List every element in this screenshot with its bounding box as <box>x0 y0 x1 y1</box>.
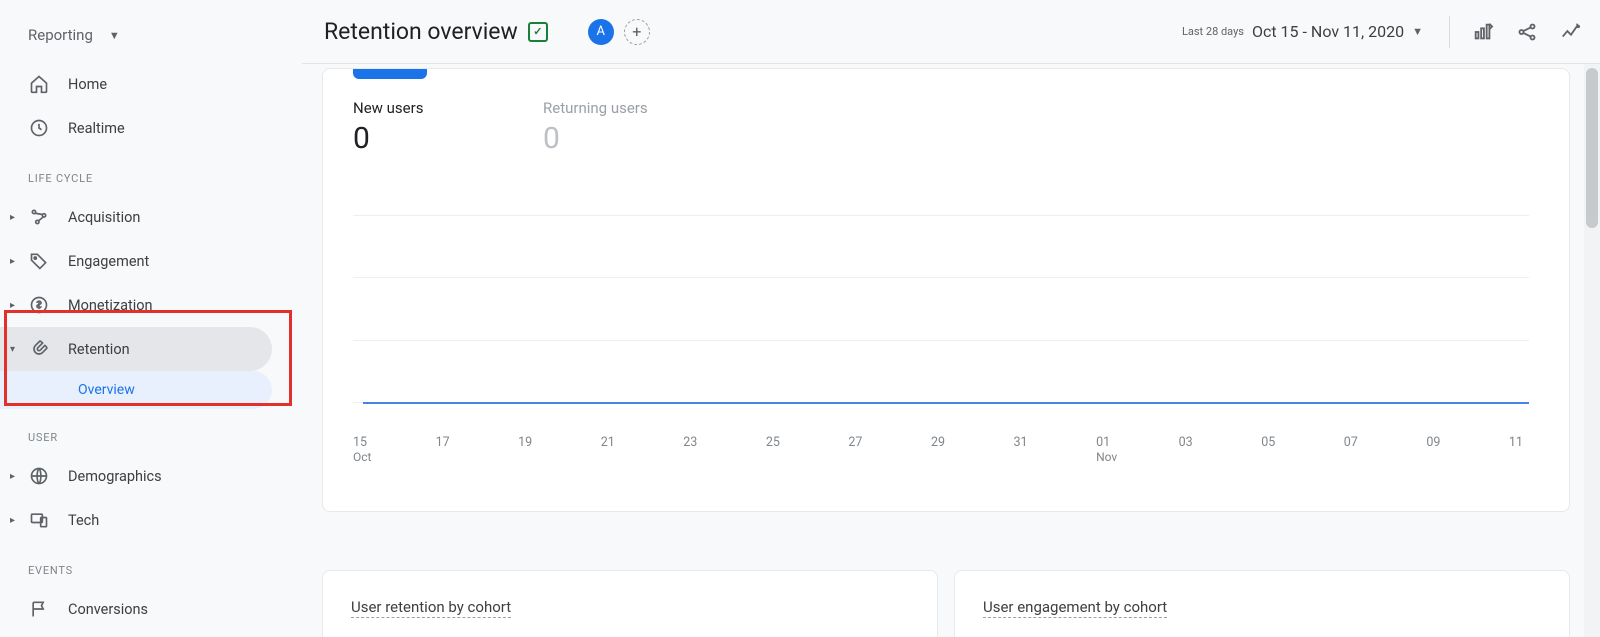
sidebar-item-label: Home <box>68 76 107 93</box>
card-title: User retention by cohort <box>351 598 511 618</box>
x-axis-ticks: 15Oct 17 19 21 23 25 27 29 31 01Nov 03 05 07 09 11 <box>353 435 1539 464</box>
header: Retention overview A + Last 28 days Oct … <box>302 0 1600 64</box>
x-tick: 31 <box>1014 435 1044 464</box>
x-tick: 17 <box>436 435 466 464</box>
sidebar-item-label: Demographics <box>68 468 162 485</box>
devices-icon <box>28 509 50 531</box>
chevron-right-icon: ▸ <box>10 515 15 526</box>
date-range-value: Oct 15 - Nov 11, 2020 <box>1252 22 1404 41</box>
chevron-down-icon: ▾ <box>10 344 15 355</box>
x-tick: 21 <box>601 435 631 464</box>
x-tick: 09 <box>1426 435 1456 464</box>
sidebar-item-acquisition[interactable]: ▸ Acquisition <box>0 195 272 239</box>
verified-doc-icon[interactable] <box>528 22 548 42</box>
chevron-right-icon: ▸ <box>10 212 15 223</box>
data-line <box>363 402 1529 404</box>
date-preset-label: Last 28 days <box>1182 25 1244 38</box>
x-tick: 07 <box>1344 435 1374 464</box>
metric-new-users[interactable]: New users 0 <box>353 99 463 156</box>
metric-label: Returning users <box>543 99 653 117</box>
x-tick: 25 <box>766 435 796 464</box>
sidebar-item-conversions[interactable]: Conversions <box>0 587 272 631</box>
home-icon <box>28 73 50 95</box>
reporting-dropdown[interactable]: Reporting ▼ <box>0 8 300 62</box>
sidebar-item-retention[interactable]: ▾ Retention <box>0 327 272 371</box>
sidebar-subitem-retention-overview[interactable]: Overview <box>0 371 272 409</box>
sidebar-item-label: Retention <box>68 341 130 358</box>
metric-label: New users <box>353 99 463 117</box>
magnet-icon <box>28 338 50 360</box>
acquisition-icon <box>28 206 50 228</box>
section-label-user: USER <box>0 409 300 454</box>
x-tick: 19 <box>518 435 548 464</box>
active-tab-indicator <box>353 69 427 79</box>
reporting-label: Reporting <box>28 26 93 44</box>
add-segment-button[interactable]: + <box>624 19 650 45</box>
metric-returning-users[interactable]: Returning users 0 <box>543 99 653 156</box>
card-title: User engagement by cohort <box>983 598 1167 618</box>
section-label-lifecycle: LIFE CYCLE <box>0 150 300 195</box>
x-tick: 11 <box>1509 435 1539 464</box>
sidebar-item-engagement[interactable]: ▸ Engagement <box>0 239 272 283</box>
scrollbar-thumb[interactable] <box>1586 68 1598 228</box>
sidebar-item-label: Overview <box>78 382 135 398</box>
tag-icon <box>28 250 50 272</box>
segment-chip[interactable]: A <box>588 19 614 45</box>
chevron-right-icon: ▸ <box>10 300 15 311</box>
share-icon[interactable] <box>1516 21 1538 43</box>
sidebar-item-tech[interactable]: ▸ Tech <box>0 498 272 542</box>
metrics-row: New users 0 Returning users 0 <box>353 69 1539 156</box>
gridline <box>353 215 1529 216</box>
card-user-retention-by-cohort[interactable]: User retention by cohort <box>322 570 938 637</box>
sidebar-item-label: Monetization <box>68 297 153 314</box>
retention-chart-card: New users 0 Returning users 0 15Oct 17 19 2… <box>322 68 1570 512</box>
globe-icon <box>28 465 50 487</box>
sidebar-item-label: Realtime <box>68 120 125 137</box>
line-chart: 15Oct171921232527293101Nov0305070911 <box>353 168 1539 428</box>
chevron-down-icon: ▼ <box>1412 25 1423 38</box>
sidebar-item-label: Conversions <box>68 601 148 618</box>
header-actions <box>1449 16 1582 48</box>
sidebar-item-demographics[interactable]: ▸ Demographics <box>0 454 272 498</box>
chevron-right-icon: ▸ <box>10 471 15 482</box>
page-title: Retention overview <box>324 18 518 45</box>
cohort-cards-row: User retention by cohort User engagement… <box>322 570 1570 637</box>
clock-icon <box>28 117 50 139</box>
section-label-events: EVENTS <box>0 542 300 587</box>
x-tick: 03 <box>1179 435 1209 464</box>
sidebar-item-label: Acquisition <box>68 209 140 226</box>
chevron-down-icon: ▼ <box>109 29 120 42</box>
dollar-icon <box>28 294 50 316</box>
gridline <box>353 340 1529 341</box>
sidebar-item-label: Tech <box>68 512 99 529</box>
gridline <box>353 277 1529 278</box>
date-range-picker[interactable]: Last 28 days Oct 15 - Nov 11, 2020 ▼ <box>1182 22 1423 41</box>
main-content: New users 0 Returning users 0 15Oct 17 19 2… <box>302 64 1570 637</box>
scrollbar-track[interactable] <box>1584 64 1600 637</box>
x-tick: 01Nov <box>1096 435 1126 464</box>
flag-icon <box>28 598 50 620</box>
metric-value: 0 <box>543 121 653 156</box>
x-tick: 23 <box>683 435 713 464</box>
sidebar-item-label: Engagement <box>68 253 149 270</box>
x-tick: 15Oct <box>353 435 383 464</box>
chevron-right-icon: ▸ <box>10 256 15 267</box>
x-tick: 05 <box>1261 435 1291 464</box>
card-user-engagement-by-cohort[interactable]: User engagement by cohort <box>954 570 1570 637</box>
sidebar-item-home[interactable]: Home <box>0 62 272 106</box>
customize-report-icon[interactable] <box>1472 21 1494 43</box>
metric-value: 0 <box>353 121 463 156</box>
x-tick: 29 <box>931 435 961 464</box>
sidebar-item-realtime[interactable]: Realtime <box>0 106 272 150</box>
sidebar: Reporting ▼ Home Realtime LIFE CYCLE ▸ A… <box>0 0 300 637</box>
insights-icon[interactable] <box>1560 21 1582 43</box>
sidebar-item-monetization[interactable]: ▸ Monetization <box>0 283 272 327</box>
x-tick: 27 <box>848 435 878 464</box>
